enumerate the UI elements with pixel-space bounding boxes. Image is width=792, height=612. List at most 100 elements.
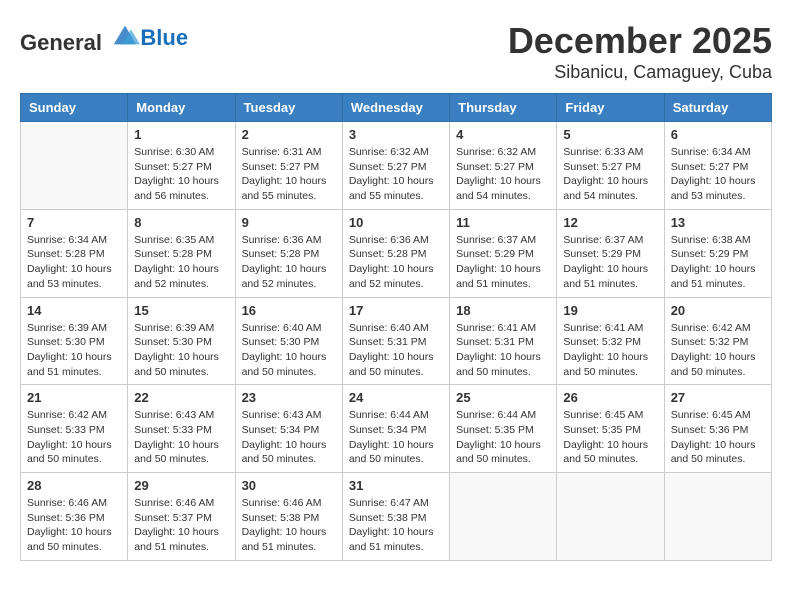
day-number: 9	[242, 215, 336, 230]
calendar-day-cell: 9 Sunrise: 6:36 AM Sunset: 5:28 PM Daylig…	[235, 209, 342, 297]
title-block: December 2025 Sibanicu, Camaguey, Cuba	[508, 20, 772, 83]
day-info: Sunrise: 6:36 AM Sunset: 5:28 PM Dayligh…	[242, 233, 336, 292]
day-of-week-header: Wednesday	[342, 94, 449, 122]
day-number: 17	[349, 303, 443, 318]
calendar-week-row: 14 Sunrise: 6:39 AM Sunset: 5:30 PM Dayli…	[21, 297, 772, 385]
calendar-day-cell: 11 Sunrise: 6:37 AM Sunset: 5:29 PM Dayli…	[450, 209, 557, 297]
day-of-week-header: Monday	[128, 94, 235, 122]
day-info: Sunrise: 6:40 AM Sunset: 5:31 PM Dayligh…	[349, 321, 443, 380]
calendar-day-cell: 7 Sunrise: 6:34 AM Sunset: 5:28 PM Daylig…	[21, 209, 128, 297]
calendar-day-cell	[21, 122, 128, 210]
day-info: Sunrise: 6:37 AM Sunset: 5:29 PM Dayligh…	[563, 233, 657, 292]
calendar-week-row: 28 Sunrise: 6:46 AM Sunset: 5:36 PM Dayli…	[21, 473, 772, 561]
calendar-day-cell: 18Sunrise: 6:41 AM Sunset: 5:31 PM Dayli…	[450, 297, 557, 385]
day-number: 19	[563, 303, 657, 318]
day-info: Sunrise: 6:44 AM Sunset: 5:34 PM Dayligh…	[349, 408, 443, 467]
day-number: 12	[563, 215, 657, 230]
day-number: 30	[242, 478, 336, 493]
calendar-day-cell: 4Sunrise: 6:32 AM Sunset: 5:27 PM Daylig…	[450, 122, 557, 210]
calendar-day-cell: 20Sunrise: 6:42 AM Sunset: 5:32 PM Dayli…	[664, 297, 771, 385]
day-of-week-header: Thursday	[450, 94, 557, 122]
day-info: Sunrise: 6:45 AM Sunset: 5:35 PM Dayligh…	[563, 408, 657, 467]
calendar-day-cell: 14 Sunrise: 6:39 AM Sunset: 5:30 PM Dayli…	[21, 297, 128, 385]
day-number: 23	[242, 390, 336, 405]
day-info: Sunrise: 6:33 AM Sunset: 5:27 PM Dayligh…	[563, 145, 657, 204]
day-info: Sunrise: 6:46 AM Sunset: 5:36 PM Dayligh…	[27, 496, 121, 555]
calendar-day-cell: 15 Sunrise: 6:39 AM Sunset: 5:30 PM Dayli…	[128, 297, 235, 385]
day-info: Sunrise: 6:32 AM Sunset: 5:27 PM Dayligh…	[349, 145, 443, 204]
day-info: Sunrise: 6:41 AM Sunset: 5:32 PM Dayligh…	[563, 321, 657, 380]
calendar-day-cell: 22 Sunrise: 6:43 AM Sunset: 5:33 PM Dayli…	[128, 385, 235, 473]
calendar-day-cell: 29Sunrise: 6:46 AM Sunset: 5:37 PM Dayli…	[128, 473, 235, 561]
day-info: Sunrise: 6:40 AM Sunset: 5:30 PM Dayligh…	[242, 321, 336, 380]
day-info: Sunrise: 6:36 AM Sunset: 5:28 PM Dayligh…	[349, 233, 443, 292]
day-number: 21	[27, 390, 121, 405]
day-of-week-header: Sunday	[21, 94, 128, 122]
calendar-day-cell: 31Sunrise: 6:47 AM Sunset: 5:38 PM Dayli…	[342, 473, 449, 561]
calendar-day-cell: 3 Sunrise: 6:32 AM Sunset: 5:27 PM Daylig…	[342, 122, 449, 210]
calendar-day-cell	[557, 473, 664, 561]
calendar-day-cell: 1Sunrise: 6:30 AM Sunset: 5:27 PM Daylig…	[128, 122, 235, 210]
day-of-week-header: Saturday	[664, 94, 771, 122]
day-number: 14	[27, 303, 121, 318]
day-info: Sunrise: 6:42 AM Sunset: 5:33 PM Dayligh…	[27, 408, 121, 467]
day-number: 3	[349, 127, 443, 142]
day-info: Sunrise: 6:35 AM Sunset: 5:28 PM Dayligh…	[134, 233, 228, 292]
calendar-day-cell: 5 Sunrise: 6:33 AM Sunset: 5:27 PM Daylig…	[557, 122, 664, 210]
calendar-week-row: 1Sunrise: 6:30 AM Sunset: 5:27 PM Daylig…	[21, 122, 772, 210]
day-info: Sunrise: 6:42 AM Sunset: 5:32 PM Dayligh…	[671, 321, 765, 380]
calendar-header: SundayMondayTuesdayWednesdayThursdayFrid…	[21, 94, 772, 122]
day-info: Sunrise: 6:43 AM Sunset: 5:33 PM Dayligh…	[134, 408, 228, 467]
day-number: 15	[134, 303, 228, 318]
logo-blue-text: Blue	[140, 25, 188, 51]
calendar-day-cell	[664, 473, 771, 561]
day-info: Sunrise: 6:43 AM Sunset: 5:34 PM Dayligh…	[242, 408, 336, 467]
day-info: Sunrise: 6:34 AM Sunset: 5:28 PM Dayligh…	[27, 233, 121, 292]
logo: General Blue	[20, 20, 188, 56]
calendar-day-cell: 10Sunrise: 6:36 AM Sunset: 5:28 PM Dayli…	[342, 209, 449, 297]
location-subtitle: Sibanicu, Camaguey, Cuba	[508, 62, 772, 83]
day-number: 6	[671, 127, 765, 142]
calendar-day-cell: 12 Sunrise: 6:37 AM Sunset: 5:29 PM Dayli…	[557, 209, 664, 297]
day-number: 7	[27, 215, 121, 230]
day-info: Sunrise: 6:31 AM Sunset: 5:27 PM Dayligh…	[242, 145, 336, 204]
day-number: 5	[563, 127, 657, 142]
page-header: General Blue December 2025 Sibanicu, Cam…	[20, 20, 772, 83]
day-number: 22	[134, 390, 228, 405]
day-number: 8	[134, 215, 228, 230]
calendar-day-cell: 2Sunrise: 6:31 AM Sunset: 5:27 PM Daylig…	[235, 122, 342, 210]
calendar-day-cell: 26 Sunrise: 6:45 AM Sunset: 5:35 PM Dayli…	[557, 385, 664, 473]
calendar-day-cell: 8 Sunrise: 6:35 AM Sunset: 5:28 PM Daylig…	[128, 209, 235, 297]
calendar-day-cell: 16 Sunrise: 6:40 AM Sunset: 5:30 PM Dayli…	[235, 297, 342, 385]
day-number: 1	[134, 127, 228, 142]
day-info: Sunrise: 6:39 AM Sunset: 5:30 PM Dayligh…	[27, 321, 121, 380]
day-info: Sunrise: 6:47 AM Sunset: 5:38 PM Dayligh…	[349, 496, 443, 555]
day-number: 28	[27, 478, 121, 493]
calendar-week-row: 21 Sunrise: 6:42 AM Sunset: 5:33 PM Dayli…	[21, 385, 772, 473]
calendar-day-cell: 17 Sunrise: 6:40 AM Sunset: 5:31 PM Dayli…	[342, 297, 449, 385]
day-info: Sunrise: 6:38 AM Sunset: 5:29 PM Dayligh…	[671, 233, 765, 292]
day-info: Sunrise: 6:37 AM Sunset: 5:29 PM Dayligh…	[456, 233, 550, 292]
day-of-week-header: Friday	[557, 94, 664, 122]
day-of-week-header: Tuesday	[235, 94, 342, 122]
day-number: 27	[671, 390, 765, 405]
days-of-week-row: SundayMondayTuesdayWednesdayThursdayFrid…	[21, 94, 772, 122]
day-number: 24	[349, 390, 443, 405]
calendar-table: SundayMondayTuesdayWednesdayThursdayFrid…	[20, 93, 772, 561]
day-number: 13	[671, 215, 765, 230]
calendar-day-cell: 13 Sunrise: 6:38 AM Sunset: 5:29 PM Dayli…	[664, 209, 771, 297]
calendar-day-cell: 19 Sunrise: 6:41 AM Sunset: 5:32 PM Dayli…	[557, 297, 664, 385]
day-info: Sunrise: 6:41 AM Sunset: 5:31 PM Dayligh…	[456, 321, 550, 380]
calendar-body: 1Sunrise: 6:30 AM Sunset: 5:27 PM Daylig…	[21, 122, 772, 561]
day-number: 16	[242, 303, 336, 318]
calendar-day-cell: 30Sunrise: 6:46 AM Sunset: 5:38 PM Dayli…	[235, 473, 342, 561]
month-year-title: December 2025	[508, 20, 772, 62]
calendar-day-cell: 24 Sunrise: 6:44 AM Sunset: 5:34 PM Dayli…	[342, 385, 449, 473]
day-info: Sunrise: 6:44 AM Sunset: 5:35 PM Dayligh…	[456, 408, 550, 467]
calendar-day-cell	[450, 473, 557, 561]
day-info: Sunrise: 6:39 AM Sunset: 5:30 PM Dayligh…	[134, 321, 228, 380]
day-number: 26	[563, 390, 657, 405]
day-number: 11	[456, 215, 550, 230]
day-number: 25	[456, 390, 550, 405]
calendar-day-cell: 23 Sunrise: 6:43 AM Sunset: 5:34 PM Dayli…	[235, 385, 342, 473]
